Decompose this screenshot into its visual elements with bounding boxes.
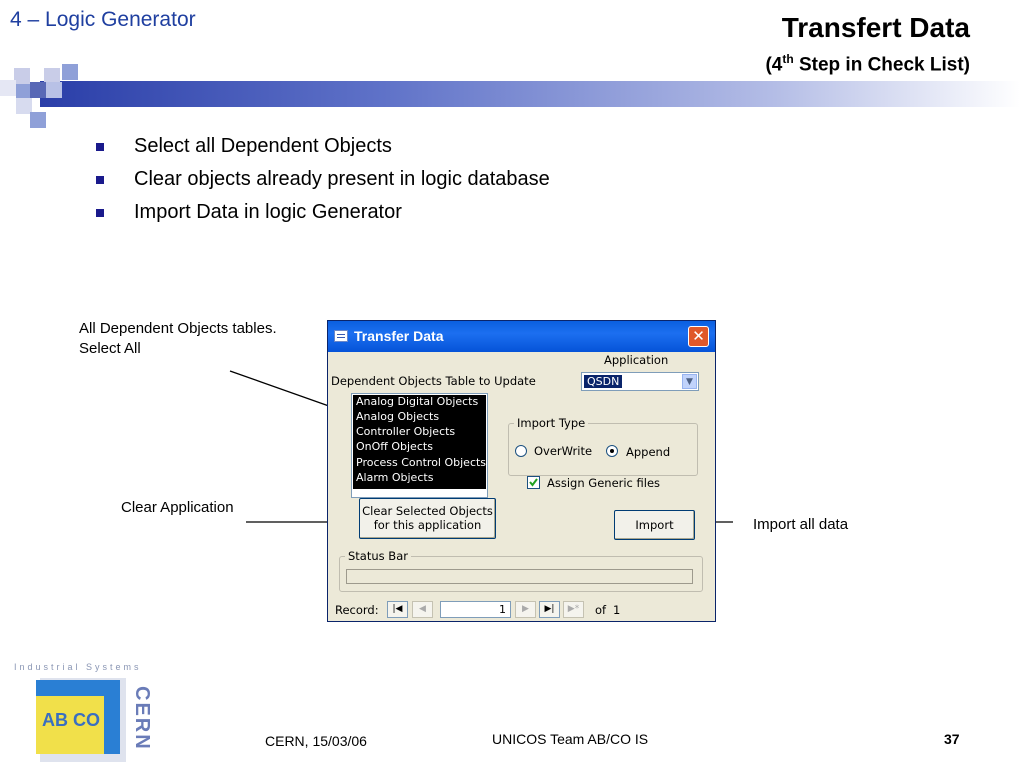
overwrite-label: OverWrite xyxy=(534,444,593,458)
first-record-icon[interactable]: |◀ xyxy=(387,601,408,618)
logo-group-text: AB CO xyxy=(42,710,100,730)
new-record-icon[interactable]: ▶* xyxy=(563,601,584,618)
append-label: Append xyxy=(626,445,671,459)
radio-selected-dot xyxy=(610,449,614,453)
record-label: Record: xyxy=(335,603,379,617)
chevron-down-icon[interactable]: ▼ xyxy=(682,374,697,389)
dependent-objects-list[interactable]: Analog Digital Objects Analog Objects Co… xyxy=(351,393,488,498)
dialog-titlebar[interactable]: Transfer Data ✕ xyxy=(328,321,715,352)
form-icon xyxy=(334,330,348,342)
check-icon xyxy=(529,478,538,487)
footer-team: UNICOS Team AB/CO IS xyxy=(492,731,649,747)
import-button[interactable]: Import xyxy=(614,510,695,540)
record-of-label: of xyxy=(595,603,607,617)
application-select[interactable]: QSDN ▼ xyxy=(581,372,699,391)
list-item[interactable]: Analog Digital Objects xyxy=(356,395,478,408)
page-number: 37 xyxy=(944,731,960,747)
assign-generic-label: Assign Generic files xyxy=(547,476,661,490)
record-number-field[interactable]: 1 xyxy=(440,601,511,618)
footer-date: CERN, 15/03/06 xyxy=(265,733,367,749)
import-type-label: Import Type xyxy=(514,416,589,430)
list-item[interactable]: OnOff Objects xyxy=(356,440,433,453)
last-record-icon[interactable]: ▶| xyxy=(539,601,560,618)
overwrite-radio[interactable] xyxy=(515,445,527,457)
status-bar-field xyxy=(346,569,693,584)
record-total: 1 xyxy=(613,603,621,617)
import-type-group: Import Type OverWrite Append xyxy=(508,416,698,476)
application-value: QSDN xyxy=(584,375,623,388)
assign-generic-checkbox[interactable] xyxy=(527,476,540,489)
status-bar-label: Status Bar xyxy=(345,549,411,563)
clear-selected-objects-button[interactable]: Clear Selected Objects for this applicat… xyxy=(359,498,496,539)
list-item[interactable]: Process Control Objects xyxy=(356,456,486,469)
transfer-data-dialog: Transfer Data ✕ Application Dependent Ob… xyxy=(327,320,716,622)
logo-org-text: CERN xyxy=(131,686,153,751)
clear-button-line2: for this application xyxy=(373,518,482,532)
cern-logo: Industrial Systems AB CO CERN xyxy=(10,660,182,762)
close-icon[interactable]: ✕ xyxy=(688,326,709,347)
dialog-title: Transfer Data xyxy=(354,328,444,344)
table-to-update-label: Dependent Objects Table to Update xyxy=(331,374,536,388)
application-label: Application xyxy=(604,353,669,367)
logo-top-text: Industrial Systems xyxy=(14,662,142,672)
clear-button-line1: Clear Selected Objects xyxy=(362,504,493,518)
list-item[interactable]: Controller Objects xyxy=(356,425,455,438)
record-navigation-bar: Record: |◀ ◀ 1 ▶ ▶| ▶* of 1 xyxy=(328,599,715,621)
append-radio[interactable] xyxy=(606,445,618,457)
list-item[interactable]: Alarm Objects xyxy=(356,471,433,484)
previous-record-icon[interactable]: ◀ xyxy=(412,601,433,618)
list-item[interactable]: Analog Objects xyxy=(356,410,439,423)
next-record-icon[interactable]: ▶ xyxy=(515,601,536,618)
